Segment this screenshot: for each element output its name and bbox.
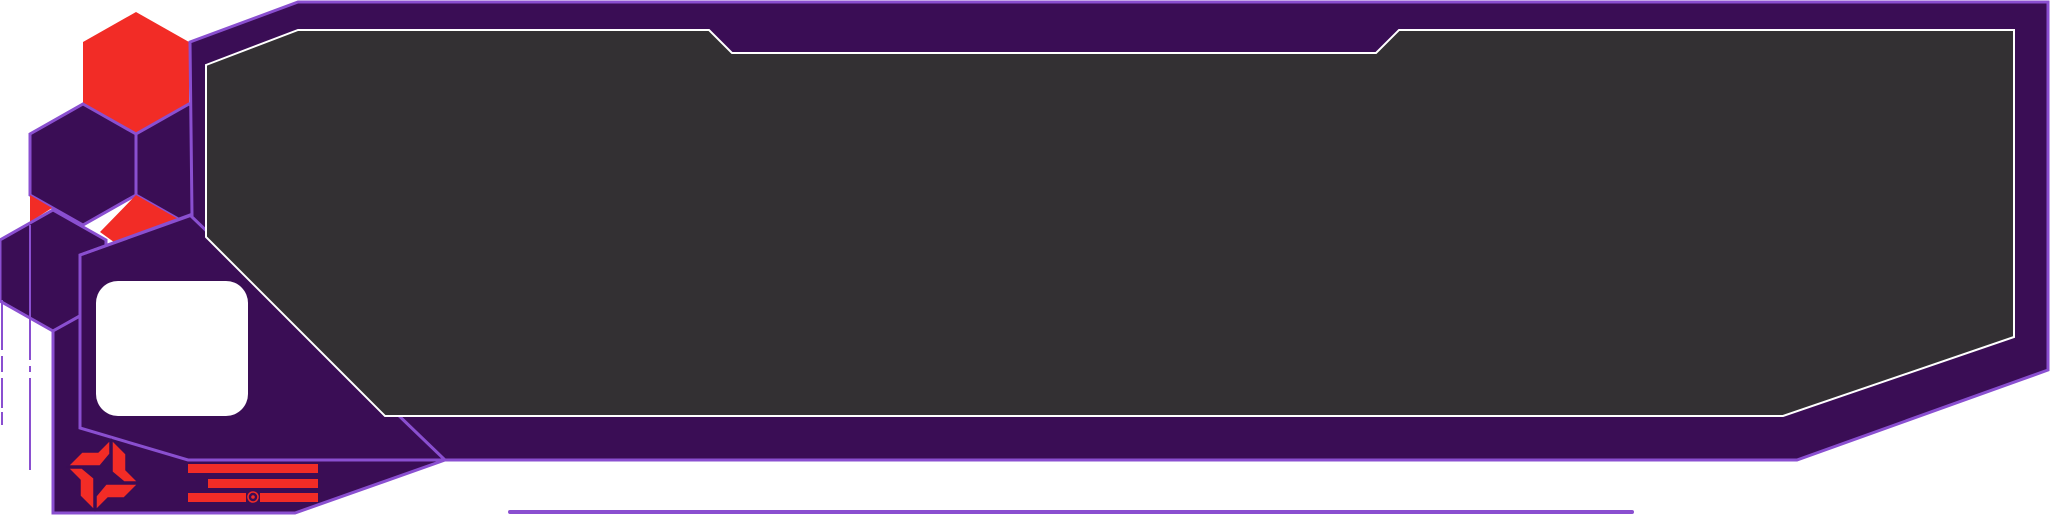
stream-overlay-frame xyxy=(0,0,2051,516)
circle-dot-center xyxy=(251,495,255,499)
webcam-card xyxy=(96,281,248,416)
screen-area xyxy=(205,29,2015,417)
bar-bottom-right xyxy=(260,493,318,502)
overlay-graphic xyxy=(0,0,2050,515)
bar-bottom-left xyxy=(188,493,246,502)
bar-middle xyxy=(208,479,318,488)
bar-top xyxy=(188,464,318,473)
